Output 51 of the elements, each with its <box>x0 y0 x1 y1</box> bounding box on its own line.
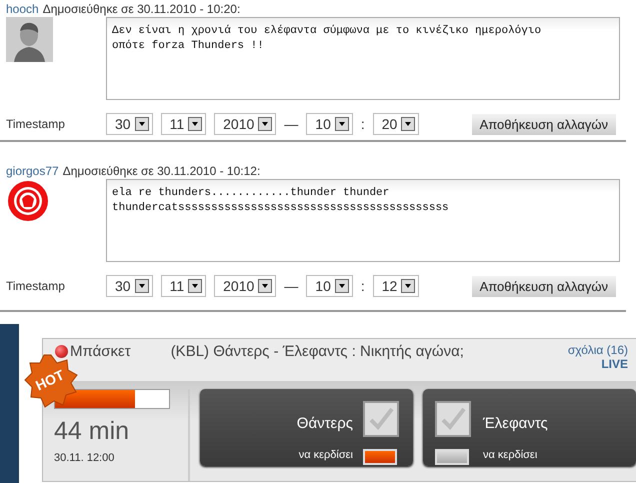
comment-field[interactable]: Δεν είναι η χρονιά του ελέφαντα σύμφωνα με το κινέζικο ημερολόγιο οπότε forza Thunders !! <box>106 17 620 100</box>
dropdown[interactable]: 2010 <box>214 113 276 135</box>
username-link[interactable]: hooch <box>6 2 39 16</box>
win-caption: να κερδίσει <box>483 449 538 461</box>
caret-icon <box>334 117 349 131</box>
caret-icon <box>188 279 202 293</box>
comment-field[interactable]: ela re thunders............thunder thunder thundercatsssssssssssssssssssssssssssssssssssssssss <box>106 179 620 262</box>
live-label: LIVE <box>601 357 628 371</box>
caret-icon <box>134 279 149 293</box>
timestamp-label: Timestamp <box>6 279 66 293</box>
sport-label: Μπάσκετ <box>70 343 131 360</box>
bet-option-card[interactable]: Έλεφαντς να κερδίσει <box>423 389 636 466</box>
dropdown[interactable]: 2010 <box>214 275 276 297</box>
caret-icon <box>188 117 202 131</box>
dropdown[interactable]: 11 <box>160 113 206 135</box>
ball-icon <box>55 345 68 358</box>
elapsed-time: 44 min <box>54 417 130 446</box>
checkbox[interactable] <box>435 401 471 437</box>
colon: : <box>360 116 365 132</box>
comments-link[interactable]: σχόλια (16) <box>568 343 628 357</box>
team-name: Θάντερς <box>296 414 353 432</box>
colon: : <box>360 278 365 294</box>
dropdown[interactable]: 12 <box>372 275 420 297</box>
timestamp-label: Timestamp <box>6 117 66 131</box>
caret-icon <box>258 279 272 293</box>
dropdown[interactable]: 30 <box>106 275 153 297</box>
dropdown[interactable]: 30 <box>106 113 153 135</box>
dropdown[interactable]: 10 <box>306 275 353 297</box>
save-button[interactable]: Αποθήκευση αλλαγών <box>472 114 616 134</box>
username-link[interactable]: giorgos77 <box>6 164 59 178</box>
caret-icon <box>258 117 272 131</box>
posted-date: Δημοσιεύθηκε σε 30.11.2010 - 10:20: <box>42 2 240 16</box>
hot-label: HOT <box>33 366 67 394</box>
caret-icon <box>334 279 349 293</box>
team-name: Έλεφαντς <box>483 414 549 432</box>
posted-date: Δημοσιεύθηκε σε 30.11.2010 - 10:12: <box>62 164 260 178</box>
save-button[interactable]: Αποθήκευση αλλαγών <box>472 276 616 296</box>
win-caption: να κερδίσει <box>298 449 353 461</box>
bet-option-card[interactable]: Θάντερς να κερδίσει <box>200 389 413 466</box>
dropdown[interactable]: 11 <box>160 275 206 297</box>
caret-icon <box>401 117 416 131</box>
dash: — <box>284 278 298 294</box>
caret-icon <box>401 279 416 293</box>
dropdown[interactable]: 20 <box>372 113 420 135</box>
avatar-icon <box>6 17 53 62</box>
dash: — <box>284 116 298 132</box>
bet-question: (KBL) Θάντερς - Έλεφαντς : Νικητής αγώνα; <box>170 343 464 360</box>
match-date: 30.11. 12:00 <box>54 452 116 464</box>
caret-icon <box>134 117 149 131</box>
dropdown[interactable]: 10 <box>306 113 353 135</box>
checkbox[interactable] <box>363 401 399 437</box>
